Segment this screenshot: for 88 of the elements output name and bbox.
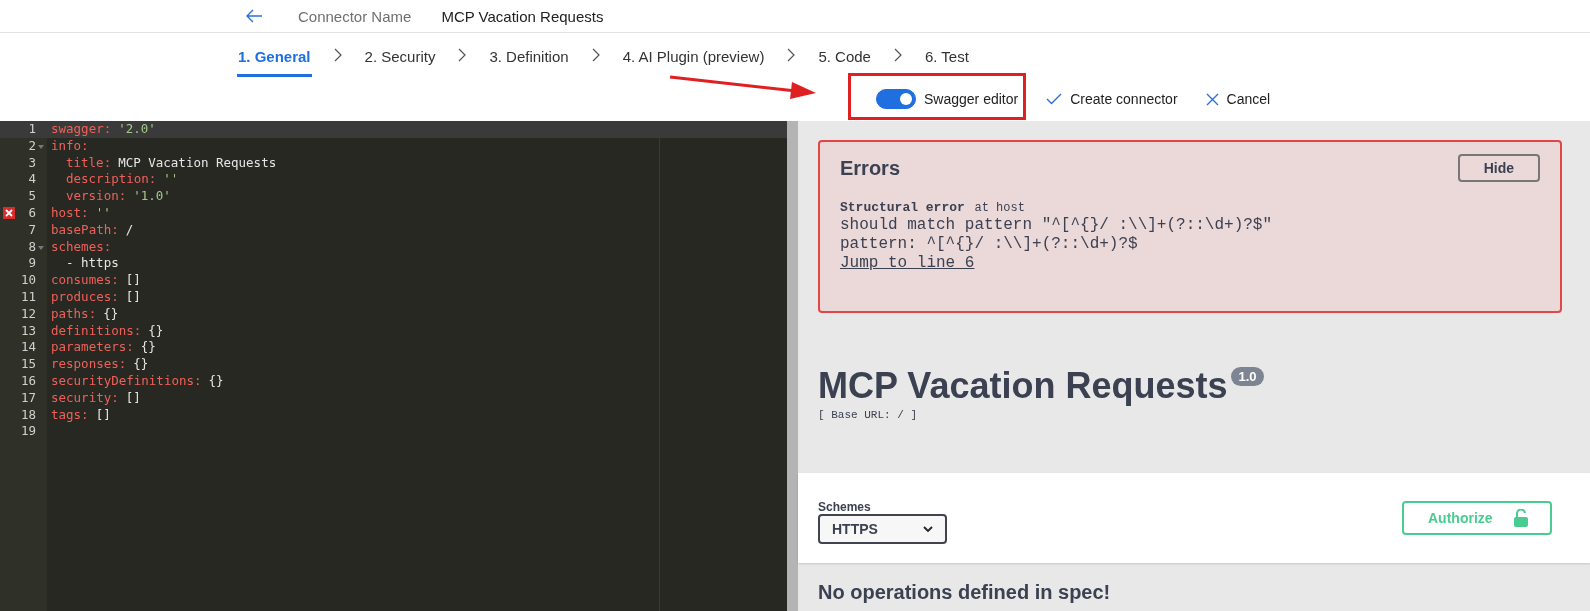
step-tab[interactable]: 6. Test bbox=[923, 37, 970, 77]
line-number: 18 bbox=[20, 406, 36, 424]
line-number: 13 bbox=[20, 322, 36, 340]
line-number: 17 bbox=[20, 389, 36, 407]
chevron-icon bbox=[458, 48, 467, 62]
schemes-select[interactable]: HTTPS bbox=[818, 514, 947, 544]
line-number: 6 bbox=[28, 205, 36, 222]
line-number: 12 bbox=[20, 305, 36, 323]
version-badge: 1.0 bbox=[1231, 367, 1264, 386]
line-number: 11 bbox=[20, 288, 36, 306]
code-value: [] bbox=[125, 288, 141, 306]
error-message: should match pattern "^[^{}/ :\\]+(?::\d+)?$" bbox=[840, 216, 1273, 235]
code-value: {} bbox=[133, 356, 149, 373]
code-key: host: bbox=[51, 205, 89, 222]
line-number: 19 bbox=[20, 423, 36, 441]
connector-name: MCP Vacation Requests bbox=[441, 7, 604, 25]
line-number: 10 bbox=[20, 272, 36, 289]
chevron-icon bbox=[591, 48, 600, 62]
line-number: 14 bbox=[20, 339, 36, 357]
no-operations-message: No operations defined in spec! bbox=[817, 580, 1112, 604]
code-key: parameters: bbox=[51, 339, 134, 357]
code-value: [] bbox=[125, 389, 141, 407]
code-value: '1.0' bbox=[133, 188, 171, 205]
code-key: security: bbox=[51, 389, 119, 407]
schemes-label: Schemes bbox=[818, 500, 871, 514]
code-key: tags: bbox=[51, 406, 89, 424]
swagger-editor-toggle[interactable]: Swagger editor bbox=[874, 87, 1021, 111]
code-key: schemes: bbox=[51, 238, 112, 256]
checkmark-icon bbox=[1046, 93, 1063, 105]
code-key: swagger: bbox=[51, 121, 112, 138]
error-location: at host bbox=[974, 201, 1025, 215]
code-value: {} bbox=[140, 339, 156, 357]
line-number: 5 bbox=[28, 188, 36, 205]
line-number: 3 bbox=[28, 154, 36, 172]
code-value: [] bbox=[95, 406, 111, 424]
code-key: produces: bbox=[51, 288, 119, 306]
chevron-icon bbox=[787, 48, 796, 62]
step-tab[interactable]: 5. Code bbox=[817, 37, 872, 77]
code-value: - https bbox=[66, 255, 119, 273]
chevron-icon bbox=[333, 48, 342, 62]
cancel-button[interactable]: Cancel bbox=[1203, 89, 1273, 109]
code-value: / bbox=[125, 221, 134, 239]
code-key: title: bbox=[66, 154, 112, 172]
fold-icon[interactable] bbox=[38, 245, 44, 250]
line-number: 8 bbox=[28, 238, 36, 256]
base-url: [ Base URL: / ] bbox=[818, 409, 919, 421]
code-value: '' bbox=[95, 205, 111, 222]
code-value: {} bbox=[103, 305, 119, 323]
line-number: 4 bbox=[28, 171, 36, 189]
hide-button[interactable]: Hide bbox=[1457, 154, 1540, 182]
code-key: description: bbox=[66, 171, 157, 189]
code-key: info: bbox=[51, 137, 89, 155]
code-value: '' bbox=[163, 171, 179, 189]
code-key: version: bbox=[66, 188, 127, 205]
line-number: 7 bbox=[28, 221, 36, 239]
unlock-icon bbox=[1514, 509, 1528, 527]
step-tab[interactable]: 3. Definition bbox=[488, 37, 570, 77]
errors-title: Errors bbox=[840, 156, 901, 180]
code-value: MCP Vacation Requests bbox=[118, 154, 277, 172]
code-key: definitions: bbox=[51, 322, 142, 340]
code-key: paths: bbox=[51, 305, 97, 323]
code-key: consumes: bbox=[51, 272, 119, 289]
line-number: 1 bbox=[28, 121, 36, 138]
line-number: 16 bbox=[20, 372, 36, 390]
step-tab[interactable]: 2. Security bbox=[363, 37, 437, 77]
connector-name-label: Connector Name bbox=[298, 7, 412, 25]
code-key: securityDefinitions: bbox=[51, 372, 202, 390]
code-value: '2.0' bbox=[118, 121, 156, 138]
fold-icon[interactable] bbox=[38, 144, 44, 149]
back-arrow-icon[interactable] bbox=[245, 9, 263, 23]
jump-link[interactable]: Jump to line 6 bbox=[840, 254, 975, 272]
code-key: responses: bbox=[51, 356, 127, 373]
close-icon bbox=[1205, 92, 1219, 106]
code-value: {} bbox=[148, 322, 164, 340]
line-number: 15 bbox=[20, 356, 36, 373]
line-number: 2 bbox=[28, 137, 36, 155]
error-message: pattern: ^[^{}/ :\\]+(?::\d+)?$ bbox=[840, 235, 1138, 254]
code-value: {} bbox=[208, 372, 224, 390]
step-tab[interactable]: 1. General bbox=[237, 37, 312, 77]
step-tab[interactable]: 4. AI Plugin (preview) bbox=[621, 37, 766, 77]
code-value: [] bbox=[125, 272, 141, 289]
line-number: 9 bbox=[28, 255, 36, 273]
create-connector-button[interactable]: Create connector bbox=[1044, 89, 1180, 109]
code-key: basePath: bbox=[51, 221, 119, 239]
chevron-down-icon bbox=[923, 526, 933, 532]
error-type: Structural error bbox=[840, 200, 965, 215]
chevron-icon bbox=[893, 48, 902, 62]
api-title: MCP Vacation Requests bbox=[818, 365, 1228, 407]
